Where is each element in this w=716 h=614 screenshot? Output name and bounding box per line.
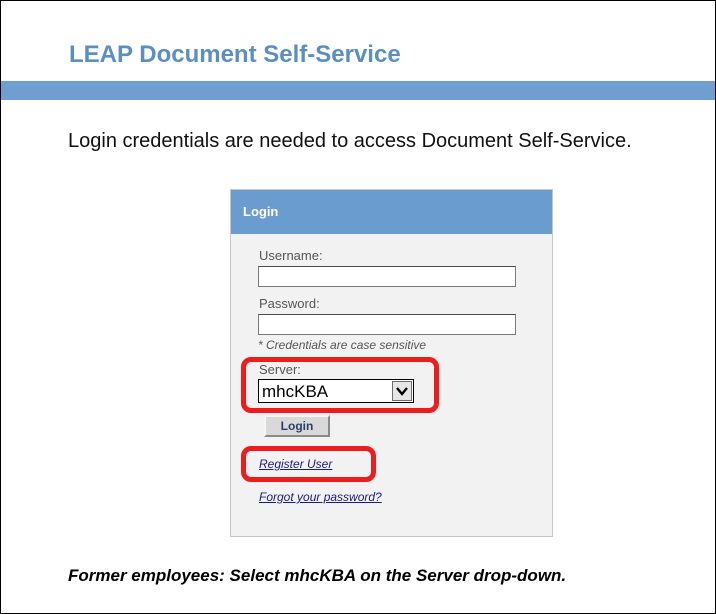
footer-note: Former employees: Select mhcKBA on the S…	[68, 566, 567, 585]
username-label: Username:	[259, 248, 323, 263]
forgot-password-link[interactable]: Forgot your password?	[259, 490, 382, 504]
username-field[interactable]	[258, 266, 516, 287]
header-band	[1, 81, 715, 100]
login-panel-title: Login	[231, 190, 552, 234]
server-highlight-box	[241, 357, 439, 413]
case-sensitive-hint: * Credentials are case sensitive	[258, 338, 427, 352]
page-title: LEAP Document Self-Service	[69, 41, 401, 68]
password-label: Password:	[259, 296, 320, 311]
page-frame: LEAP Document Self-Service Login credent…	[0, 0, 716, 614]
intro-text: Login credentials are needed to access D…	[68, 130, 632, 152]
password-field[interactable]	[258, 314, 516, 335]
login-button[interactable]: Login	[264, 415, 330, 437]
register-highlight-box	[241, 446, 376, 482]
